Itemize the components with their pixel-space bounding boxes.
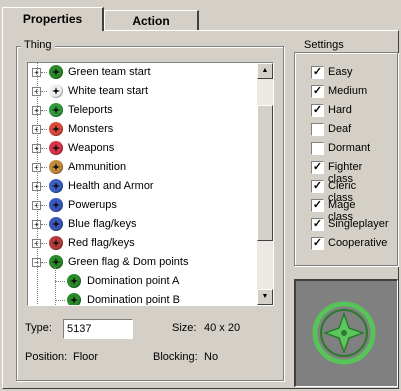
size-label: Size: <box>172 322 197 334</box>
tree-child-line <box>55 267 57 305</box>
tree-connector <box>41 262 47 264</box>
tree-category[interactable]: + Health and Armor <box>28 177 257 196</box>
checkbox-hard[interactable]: ✓ <box>311 104 324 117</box>
tree-item-label: Green flag & Dom points <box>68 256 189 268</box>
thing-tree[interactable]: + Green team start + White team start + Telep… <box>27 62 274 306</box>
checkbox-mage-class[interactable]: ✓ <box>311 199 324 212</box>
tree-category[interactable]: + Blue flag/keys <box>28 215 257 234</box>
tree-category[interactable]: + Powerups <box>28 196 257 215</box>
king-of-the-hill-sprite-icon <box>312 301 376 365</box>
checkbox-label[interactable]: Hard <box>328 104 352 116</box>
tree-category[interactable]: + Ammunition <box>28 158 257 177</box>
health-icon <box>49 179 63 193</box>
tree-root-line <box>37 63 39 305</box>
tree-connector <box>41 148 47 150</box>
tree-item-label: Green team start <box>68 66 151 78</box>
tree-item-label: Blue flag/keys <box>68 218 137 230</box>
tree-category[interactable]: + Monsters <box>28 120 257 139</box>
tree-item-label: Red flag/keys <box>68 237 135 249</box>
tree-item-label: Domination point B <box>87 294 180 305</box>
tree-vertical-scrollbar[interactable]: ▲ ▼ <box>257 63 273 305</box>
tree-item-label: Monsters <box>68 123 114 135</box>
checkbox-cleric-class[interactable]: ✓ <box>311 180 324 193</box>
tree-category[interactable]: − Green flag & Dom points <box>28 253 257 272</box>
type-input[interactable]: 5137 <box>63 319 133 339</box>
tree-connector <box>41 167 47 169</box>
checkbox-easy[interactable]: ✓ <box>311 66 324 79</box>
tab-properties[interactable]: Properties <box>2 7 104 31</box>
checkbox-label[interactable]: Dormant <box>328 142 370 154</box>
position-label: Position: <box>25 351 68 363</box>
scroll-down-arrow-icon[interactable]: ▼ <box>257 289 273 305</box>
tree-category[interactable]: + White team start <box>28 82 257 101</box>
tree-item[interactable]: Domination point B <box>28 291 257 305</box>
tree-category[interactable]: + Weapons <box>28 139 257 158</box>
green-team-start-icon <box>49 65 63 79</box>
tree-category[interactable]: + Green team start <box>28 63 257 82</box>
scroll-up-arrow-icon[interactable]: ▲ <box>257 63 273 79</box>
weapon-icon <box>49 141 63 155</box>
tree-item-label: Health and Armor <box>68 180 154 192</box>
tab-action[interactable]: Action <box>104 10 199 31</box>
tree-category[interactable]: + Teleports <box>28 101 257 120</box>
position-value: Floor <box>73 351 99 363</box>
tree-item-label: Teleports <box>68 104 113 116</box>
monster-icon <box>49 122 63 136</box>
thing-group-title: Thing <box>21 39 55 51</box>
checkbox-label[interactable]: Deaf <box>328 123 351 135</box>
tree-connector <box>41 224 47 226</box>
ammo-icon <box>49 160 63 174</box>
type-label: Type: <box>25 322 52 334</box>
tree-connector <box>41 91 47 93</box>
tree-item-label: Ammunition <box>68 161 127 173</box>
blocking-value: No <box>204 351 219 363</box>
tree-connector <box>41 129 47 131</box>
tree-item-label: Powerups <box>68 199 117 211</box>
checkbox-deaf[interactable] <box>311 123 324 136</box>
tree-connector <box>41 243 47 245</box>
white-team-start-icon <box>49 84 63 98</box>
checkbox-label[interactable]: Medium <box>328 85 367 97</box>
checkbox-label[interactable]: Cooperative <box>328 237 387 249</box>
size-value: 40 x 20 <box>204 322 241 334</box>
checkbox-label[interactable]: Singleplayer <box>328 218 389 230</box>
domination-point-icon <box>67 274 81 288</box>
tree-item[interactable]: Domination point A <box>28 272 257 291</box>
checkbox-label[interactable]: Easy <box>328 66 352 78</box>
checkbox-medium[interactable]: ✓ <box>311 85 324 98</box>
tree-category[interactable]: + Red flag/keys <box>28 234 257 253</box>
checkbox-fighter-class[interactable]: ✓ <box>311 161 324 174</box>
tree-connector <box>41 110 47 112</box>
thing-preview <box>294 279 398 387</box>
tree-connector <box>41 205 47 207</box>
checkbox-singleplayer[interactable]: ✓ <box>311 218 324 231</box>
tree-item-label: Domination point A <box>87 275 180 287</box>
tree-item-label: Weapons <box>68 142 115 154</box>
tree-connector <box>41 186 47 188</box>
domination-point-icon <box>67 293 81 305</box>
checkbox-dormant[interactable] <box>311 142 324 155</box>
scroll-thumb[interactable] <box>257 105 273 241</box>
settings-group-title: Settings <box>301 39 347 51</box>
tree-item-label: White team start <box>68 85 149 97</box>
checkbox-cooperative[interactable]: ✓ <box>311 237 324 250</box>
powerup-icon <box>49 198 63 212</box>
blue-flag-icon <box>49 217 63 231</box>
blocking-label: Blocking: <box>153 351 198 363</box>
red-flag-icon <box>49 236 63 250</box>
teleport-icon <box>49 103 63 117</box>
tree-connector <box>41 72 47 74</box>
thing-tree-rows: + Green team start + White team start + Telep… <box>28 63 257 305</box>
